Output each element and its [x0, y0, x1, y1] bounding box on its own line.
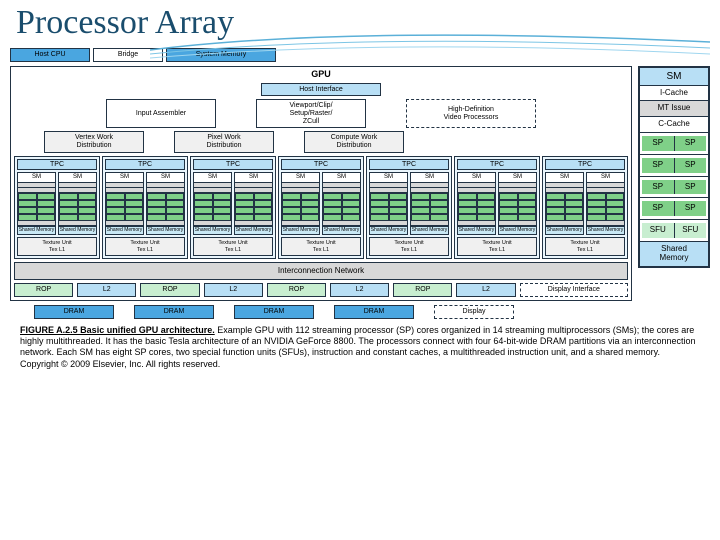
- display-box: Display: [434, 305, 514, 319]
- sm-detail-title: SM: [640, 68, 708, 86]
- figure-caption: FIGURE A.2.5 Basic unified GPU architect…: [0, 319, 720, 376]
- tpc: TPC SMShared MemorySMShared Memory Textu…: [278, 156, 364, 259]
- mt-issue-box: MT Issue: [640, 101, 708, 117]
- tpc-header: TPC: [17, 159, 97, 171]
- pixel-work-box: Pixel Work Distribution: [174, 131, 274, 152]
- viewport-raster-box: Viewport/Clip/ Setup/Raster/ ZCull: [256, 99, 366, 128]
- sfu-box: SFU: [642, 223, 675, 238]
- shared-memory-label: Shared Memory: [18, 226, 55, 235]
- compute-work-box: Compute Work Distribution: [304, 131, 404, 152]
- vertex-work-box: Vertex Work Distribution: [44, 131, 144, 152]
- input-assembler-box: Input Assembler: [106, 99, 216, 128]
- sp-box: SP: [642, 136, 675, 151]
- shared-memory-box: Shared Memory: [640, 242, 708, 266]
- dram-box: DRAM: [234, 305, 314, 319]
- shared-memory-label: Shared Memory: [59, 226, 96, 235]
- tpc: TPC SM Shared Memory SM: [14, 156, 100, 259]
- sp-box: SP: [642, 201, 675, 216]
- l2-box: L2: [77, 283, 136, 297]
- sm-label: SM: [18, 173, 55, 183]
- dram-box: DRAM: [34, 305, 114, 319]
- dram-box: DRAM: [334, 305, 414, 319]
- tpc: TPC SMShared MemorySMShared Memory Textu…: [366, 156, 452, 259]
- ccache-box: C-Cache: [640, 117, 708, 133]
- l2-box: L2: [456, 283, 515, 297]
- display-interface-box: Display Interface: [520, 283, 628, 297]
- sm-detail-panel: SM I-Cache MT Issue C-Cache SPSP SPSP SP…: [638, 66, 710, 268]
- tpc-array: TPC SM Shared Memory SM: [14, 156, 628, 259]
- sp-box: SP: [642, 180, 675, 195]
- sm-label: SM: [59, 173, 96, 183]
- gpu-panel: GPU Host Interface Input Assembler Viewp…: [10, 66, 632, 301]
- sp-box: SP: [675, 136, 707, 151]
- rop-box: ROP: [140, 283, 199, 297]
- swoosh-graphic: [150, 30, 710, 60]
- rop-box: ROP: [267, 283, 326, 297]
- tpc: TPC SMShared MemorySMShared Memory Textu…: [454, 156, 540, 259]
- gpu-diagram: Host CPU Bridge System Memory GPU Host I…: [0, 42, 720, 319]
- texture-unit-box: Texture Unit Tex L1: [17, 237, 97, 255]
- interconnect-box: Interconnection Network: [14, 262, 628, 281]
- icache-box: I-Cache: [640, 86, 708, 102]
- tpc-header: TPC: [105, 159, 185, 171]
- rop-box: ROP: [393, 283, 452, 297]
- host-interface-box: Host Interface: [261, 83, 381, 97]
- sm-column: SM Shared Memory: [58, 172, 97, 235]
- figure-number: FIGURE A.2.5 Basic unified GPU architect…: [20, 325, 215, 335]
- gpu-label: GPU: [14, 70, 628, 80]
- sp-box: SP: [642, 158, 675, 173]
- sfu-box: SFU: [675, 223, 707, 238]
- sp-box: SP: [675, 201, 707, 216]
- l2-box: L2: [330, 283, 389, 297]
- l2-box: L2: [204, 283, 263, 297]
- rop-box: ROP: [14, 283, 73, 297]
- hd-video-box: High-Definition Video Processors: [406, 99, 536, 128]
- sm-column: SM Shared Memory: [17, 172, 56, 235]
- tpc: TPC SMShared MemorySMShared Memory Textu…: [542, 156, 628, 259]
- sp-box: SP: [675, 180, 707, 195]
- tpc: TPC SMShared MemorySMShared Memory Textu…: [102, 156, 188, 259]
- sp-box: SP: [675, 158, 707, 173]
- dram-box: DRAM: [134, 305, 214, 319]
- host-cpu-box: Host CPU: [10, 48, 90, 62]
- tpc: TPC SMShared MemorySMShared Memory Textu…: [190, 156, 276, 259]
